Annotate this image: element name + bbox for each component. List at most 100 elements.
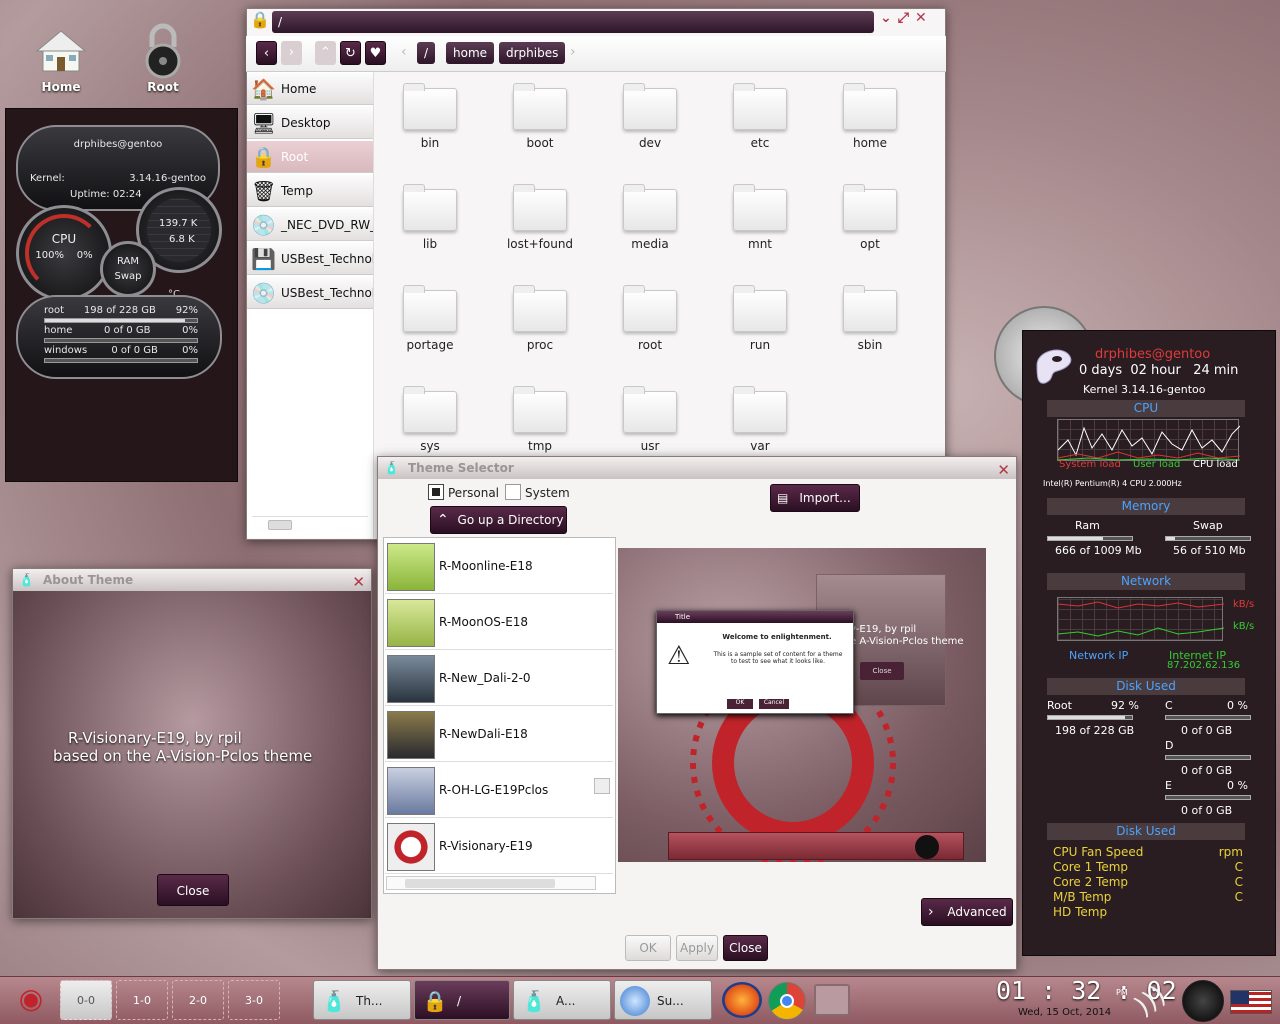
close-button[interactable]: Close [723, 935, 768, 961]
forward-button[interactable]: › [281, 41, 302, 65]
folder-item[interactable]: home [825, 83, 915, 150]
folder-item[interactable]: usr [605, 386, 695, 453]
apply-button[interactable]: Apply [676, 935, 718, 961]
sidebar-item-home[interactable]: 🏠 Home [247, 73, 373, 105]
task-theme-selector[interactable]: 🧴 Th... [313, 980, 411, 1020]
about-line2: based on the A-Vision-Pclos theme [53, 747, 313, 765]
close-icon[interactable]: ✕ [997, 459, 1010, 481]
task-su[interactable]: Su... [614, 980, 712, 1020]
root-desktop-icon[interactable]: Root [128, 23, 198, 94]
uptime-value: 02:24 [112, 189, 142, 200]
disk-bar [44, 338, 198, 343]
up-button[interactable]: ⌃ [315, 41, 336, 65]
folder-item[interactable]: bin [385, 83, 475, 150]
personal-radio[interactable] [428, 484, 444, 500]
theme-list-item[interactable]: R-OH-LG-E19Pclos [385, 764, 613, 818]
theme-name: R-Visionary-E19 [439, 839, 533, 853]
net-down-value: 6.8 K [169, 234, 195, 245]
theme-list-item[interactable]: R-NewDali-E18 [385, 708, 613, 762]
theme-list-item[interactable]: R-MoonOS-E18 [385, 596, 613, 650]
folder-item[interactable]: dev [605, 83, 695, 150]
keyboard-layout-flag-icon[interactable] [1230, 990, 1272, 1014]
theme-list-item[interactable]: R-Visionary-E19 [385, 820, 613, 874]
screenshot-icon[interactable] [814, 984, 850, 1016]
sidebar-scrollbar[interactable] [252, 516, 368, 530]
folder-item[interactable]: opt [825, 184, 915, 251]
folder-item[interactable]: portage [385, 285, 475, 352]
desktop-pager-1[interactable]: 1-0 [116, 980, 168, 1020]
sidebar-item-dvd[interactable]: 💿 _NEC_DVD_RW_N [247, 209, 373, 241]
theme-icon: 🧴 [19, 573, 34, 587]
home-desktop-icon[interactable]: Home [26, 24, 96, 94]
breadcrumb-home[interactable]: home [446, 42, 495, 64]
theme-list-item[interactable]: R-Moonline-E18 [385, 540, 613, 594]
folder-item[interactable]: var [715, 386, 805, 453]
advanced-button[interactable]: › Advanced [921, 898, 1013, 926]
import-button[interactable]: ▤ Import... [770, 484, 860, 512]
preview-bg-text2: e A-Vision-Pclos theme [850, 636, 964, 647]
disk-name: windows [44, 345, 88, 356]
folder-item[interactable]: tmp [495, 386, 585, 453]
back-button[interactable]: ‹ [256, 41, 277, 65]
system-radio[interactable] [505, 484, 521, 500]
refresh-button[interactable]: ↻ [340, 41, 361, 65]
sidebar-item-usb2[interactable]: 💿 USBest_Technol [247, 277, 373, 309]
desktop-pager-0[interactable]: 0-0 [60, 980, 112, 1020]
folder-item[interactable]: sbin [825, 285, 915, 352]
close-icon[interactable]: ✕ [352, 571, 365, 593]
advanced-label: Advanced [947, 905, 1007, 919]
ram-swap-gauge: RAM Swap [100, 241, 156, 297]
net-up-rate: kB/s [1233, 599, 1255, 610]
preview-ok: OK [727, 699, 753, 709]
chrome-icon[interactable] [768, 982, 806, 1020]
close-icon[interactable]: ✕ [915, 10, 933, 26]
folder-item[interactable]: run [715, 285, 805, 352]
task-file-manager[interactable]: 🔒 / [414, 980, 510, 1020]
folder-item[interactable]: lib [385, 184, 475, 251]
firefox-icon[interactable] [722, 982, 762, 1018]
volume-icon[interactable] [1182, 980, 1224, 1022]
folder-item[interactable]: proc [495, 285, 585, 352]
swap-label: Swap [114, 271, 142, 282]
go-up-button[interactable]: ⌃ Go up a Directory [430, 506, 567, 534]
theme-list-hscroll[interactable] [386, 876, 596, 890]
theme-list-item[interactable]: R-New_Dali-2-0 [385, 652, 613, 706]
start-menu-icon[interactable]: ◉ [16, 982, 46, 1018]
preview-dialog-title: Title [657, 611, 853, 623]
about-close-button[interactable]: Close [157, 874, 229, 906]
folder-item[interactable]: root [605, 285, 695, 352]
disk-usage-capsule: root 198 of 228 GB 92% home 0 of 0 GB 0% win… [16, 295, 222, 379]
maximize-icon[interactable]: ⤢ [898, 10, 915, 26]
sidebar-item-desktop[interactable]: 🖥 Desktop [247, 107, 373, 139]
sidebar-item-temp[interactable]: 🗑 Temp [247, 175, 373, 207]
breadcrumb-root[interactable]: / [417, 42, 436, 64]
clock-date: Wed, 15 Oct, 2014 [1018, 1007, 1112, 1018]
sensor-label: CPU Fan Speed [1053, 845, 1144, 859]
folder-label: sbin [857, 338, 883, 352]
folder-item[interactable]: mnt [715, 184, 805, 251]
folder-item[interactable]: boot [495, 83, 585, 150]
disk-pct: 0% [182, 325, 198, 336]
theme-icon: 🧴 [521, 989, 547, 1013]
theme-name: R-OH-LG-E19Pclos [439, 783, 549, 797]
location-bar[interactable]: / [272, 11, 874, 33]
minimize-icon[interactable]: ⌄ [880, 10, 898, 26]
theme-list-scrollbar[interactable] [594, 540, 610, 870]
desktop-pager-2[interactable]: 2-0 [172, 980, 224, 1020]
breadcrumb-user[interactable]: drphibes [499, 42, 566, 64]
about-theme-titlebar: 🧴 About Theme ✕ [13, 569, 371, 591]
sidebar-item-usb1[interactable]: 💾 USBest_Technol [247, 243, 373, 275]
sidebar-item-root[interactable]: 🔒 Root [247, 141, 373, 173]
disk-c-value: 0 of 0 GB [1181, 724, 1233, 737]
folder-item[interactable]: etc [715, 83, 805, 150]
folder-item[interactable]: media [605, 184, 695, 251]
disk-c-label: C [1165, 699, 1173, 712]
lock-icon: 🔒 [250, 10, 270, 29]
folder-item[interactable]: lost+found [495, 184, 585, 251]
folder-icon [733, 83, 787, 130]
folder-item[interactable]: sys [385, 386, 475, 453]
desktop-pager-3[interactable]: 3-0 [228, 980, 280, 1020]
task-about-theme[interactable]: 🧴 A... [513, 980, 611, 1020]
ok-button[interactable]: OK [625, 935, 671, 961]
favorite-button[interactable]: ♥ [365, 41, 386, 65]
